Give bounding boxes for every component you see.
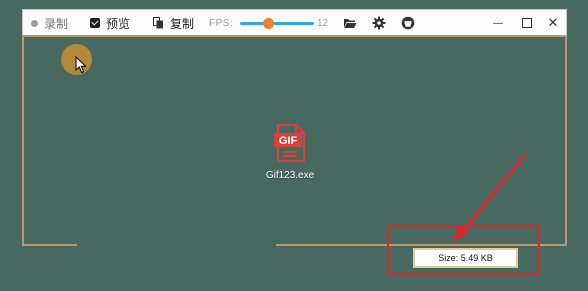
file-size-text: Size: 5.49 KB	[438, 253, 493, 263]
file-size-status: Size: 5.49 KB	[413, 248, 518, 268]
